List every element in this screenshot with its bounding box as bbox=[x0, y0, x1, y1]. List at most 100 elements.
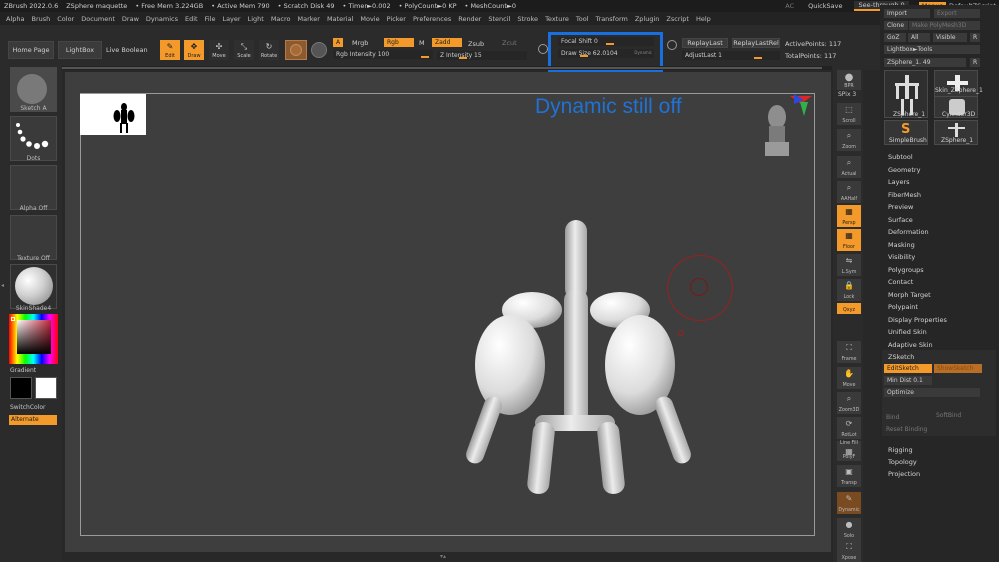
zcut-toggle[interactable]: Zcut bbox=[502, 39, 517, 47]
aahalf-button[interactable]: ⌕ AAHalf bbox=[837, 181, 861, 203]
menu-light[interactable]: Light bbox=[248, 15, 264, 23]
subpalette-rigging[interactable]: Rigging bbox=[888, 446, 913, 454]
subpalette-visibility[interactable]: Visibility bbox=[888, 253, 915, 261]
subpalette-projection[interactable]: Projection bbox=[888, 470, 920, 478]
edit-sketch-button[interactable]: EditSketch bbox=[884, 364, 932, 373]
z-intensity-slider[interactable]: Z Intensity 15 bbox=[437, 51, 527, 60]
subpalette-polypaint[interactable]: Polypaint bbox=[888, 303, 918, 311]
all-button[interactable]: All bbox=[908, 33, 930, 42]
menu-file[interactable]: File bbox=[205, 15, 216, 23]
subpalette-polygroups[interactable]: Polygroups bbox=[888, 266, 924, 274]
menu-brush[interactable]: Brush bbox=[31, 15, 50, 23]
live-boolean-button[interactable]: Live Boolean bbox=[106, 46, 148, 54]
menu-render[interactable]: Render bbox=[458, 15, 481, 23]
qxyz-button[interactable]: Qxyz bbox=[837, 303, 861, 314]
solo-button[interactable]: ● Solo bbox=[837, 518, 861, 540]
menu-zscript[interactable]: Zscript bbox=[666, 15, 689, 23]
min-dist-slider[interactable]: Min Dist 0.1 bbox=[884, 376, 932, 385]
home-page-button[interactable]: Home Page bbox=[8, 41, 54, 59]
navigator-thumbnail[interactable] bbox=[80, 94, 146, 135]
zsketch-header[interactable]: ZSketch bbox=[888, 353, 914, 361]
menu-material[interactable]: Material bbox=[327, 15, 353, 23]
menu-macro[interactable]: Macro bbox=[271, 15, 291, 23]
subpalette-display-properties[interactable]: Display Properties bbox=[888, 316, 947, 324]
show-sketch-button[interactable]: ShowSketch bbox=[934, 364, 982, 373]
dynamic-circle-icon[interactable] bbox=[667, 40, 677, 50]
menu-edit[interactable]: Edit bbox=[185, 15, 198, 23]
zsphere-figure[interactable] bbox=[440, 210, 720, 500]
menu-preferences[interactable]: Preferences bbox=[413, 15, 451, 23]
quicksave-button[interactable]: QuickSave bbox=[808, 2, 842, 10]
menu-help[interactable]: Help bbox=[696, 15, 711, 23]
polyf-button[interactable]: Line Fill ▦ PolyF bbox=[837, 441, 861, 461]
brush-circle-icon[interactable] bbox=[538, 44, 548, 54]
menu-stencil[interactable]: Stencil bbox=[488, 15, 510, 23]
m-toggle[interactable]: M bbox=[419, 39, 425, 47]
zsub-toggle[interactable]: Zsub bbox=[468, 40, 484, 48]
zoom3d-button[interactable]: ⌕ Zoom3D bbox=[837, 392, 861, 414]
bind-button[interactable]: Bind bbox=[886, 414, 899, 421]
texture-thumbnail[interactable] bbox=[10, 215, 57, 260]
mrgb-toggle[interactable]: Mrgb bbox=[352, 39, 368, 47]
menu-layer[interactable]: Layer bbox=[222, 15, 240, 23]
menu-tool[interactable]: Tool bbox=[576, 15, 589, 23]
alternate-button[interactable]: Alternate bbox=[9, 415, 57, 425]
collapse-left-arrow-icon[interactable]: ◂ bbox=[1, 282, 5, 292]
canvas-scroll-bar[interactable] bbox=[62, 67, 822, 69]
subpalette-fibermesh[interactable]: FiberMesh bbox=[888, 191, 921, 199]
switch-color-button[interactable]: SwitchColor bbox=[10, 404, 46, 411]
rotate-mode-button[interactable]: ↻ Rotate bbox=[259, 40, 279, 60]
transp-button[interactable]: ▣ Transp bbox=[837, 465, 861, 487]
subpalette-preview[interactable]: Preview bbox=[888, 203, 913, 211]
subpalette-deformation[interactable]: Deformation bbox=[888, 228, 929, 236]
menu-zplugin[interactable]: Zplugin bbox=[635, 15, 660, 23]
menu-texture[interactable]: Texture bbox=[545, 15, 569, 23]
subpalette-contact[interactable]: Contact bbox=[888, 278, 913, 286]
soft-bind-slider[interactable]: SoftBind bbox=[936, 412, 961, 419]
menu-draw[interactable]: Draw bbox=[122, 15, 139, 23]
subpalette-surface[interactable]: Surface bbox=[888, 216, 913, 224]
spix-slider[interactable]: SPix 3 bbox=[838, 91, 856, 98]
adjust-last-slider[interactable]: AdjustLast 1 bbox=[682, 51, 780, 60]
goz-button[interactable]: GoZ bbox=[884, 33, 906, 42]
optimize-button[interactable]: Optimize bbox=[884, 388, 980, 397]
bpr-button[interactable]: ● BPR bbox=[837, 70, 861, 90]
floor-button[interactable]: ▦ Floor bbox=[837, 229, 861, 251]
subpalette-layers[interactable]: Layers bbox=[888, 178, 910, 186]
subpalette-masking[interactable]: Masking bbox=[888, 241, 915, 249]
material-sphere-icon[interactable] bbox=[311, 42, 327, 58]
subpalette-morph-target[interactable]: Morph Target bbox=[888, 291, 931, 299]
collapse-bottom-arrow-icon[interactable]: ▾▴ bbox=[440, 553, 470, 560]
zsphere-tool-slider[interactable]: ZSphere_1. 49 bbox=[884, 58, 966, 67]
lightbox-tools-button[interactable]: Lightbox►Tools bbox=[884, 45, 980, 54]
menu-stroke[interactable]: Stroke bbox=[517, 15, 538, 23]
lsym-button[interactable]: ⇋ L.Sym bbox=[837, 254, 861, 276]
color-picker[interactable] bbox=[9, 314, 58, 364]
r-button-2[interactable]: R bbox=[970, 58, 980, 67]
rotate-button[interactable]: ⟳ RotLot bbox=[837, 417, 861, 439]
subpalette-adaptive-skin[interactable]: Adaptive Skin bbox=[888, 341, 933, 349]
color-saturation-square[interactable] bbox=[17, 320, 51, 354]
xpose-button[interactable]: ⛶ Xpose bbox=[837, 540, 861, 562]
actual-button[interactable]: ⌕ Actual bbox=[837, 156, 861, 178]
menu-color[interactable]: Color bbox=[57, 15, 74, 23]
rgb-intensity-slider[interactable]: Rgb Intensity 100 bbox=[333, 50, 433, 59]
orientation-gizmo[interactable] bbox=[760, 92, 816, 162]
menu-document[interactable]: Document bbox=[81, 15, 115, 23]
make-polymesh-button[interactable]: Make PolyMesh3D bbox=[909, 21, 980, 30]
move-mode-button[interactable]: ✣ Move bbox=[209, 40, 229, 60]
replay-last-button[interactable]: ReplayLast bbox=[682, 38, 728, 48]
dynamic-button[interactable]: ✎ Dynamic bbox=[837, 492, 861, 514]
a-toggle[interactable]: A bbox=[333, 38, 344, 47]
brush-thumbnail[interactable] bbox=[285, 40, 307, 60]
subpalette-subtool[interactable]: Subtool bbox=[888, 153, 913, 161]
menu-marker[interactable]: Marker bbox=[297, 15, 319, 23]
subpalette-topology[interactable]: Topology bbox=[888, 458, 917, 466]
menu-transform[interactable]: Transform bbox=[596, 15, 628, 23]
menu-picker[interactable]: Picker bbox=[387, 15, 406, 23]
scale-mode-button[interactable]: ⤡ Scale bbox=[234, 40, 254, 60]
rgb-toggle[interactable]: Rgb bbox=[384, 38, 414, 47]
zoom-button[interactable]: ⌕ Zoom bbox=[837, 129, 861, 151]
import-button[interactable]: Import bbox=[884, 9, 930, 18]
menu-movie[interactable]: Movie bbox=[360, 15, 379, 23]
